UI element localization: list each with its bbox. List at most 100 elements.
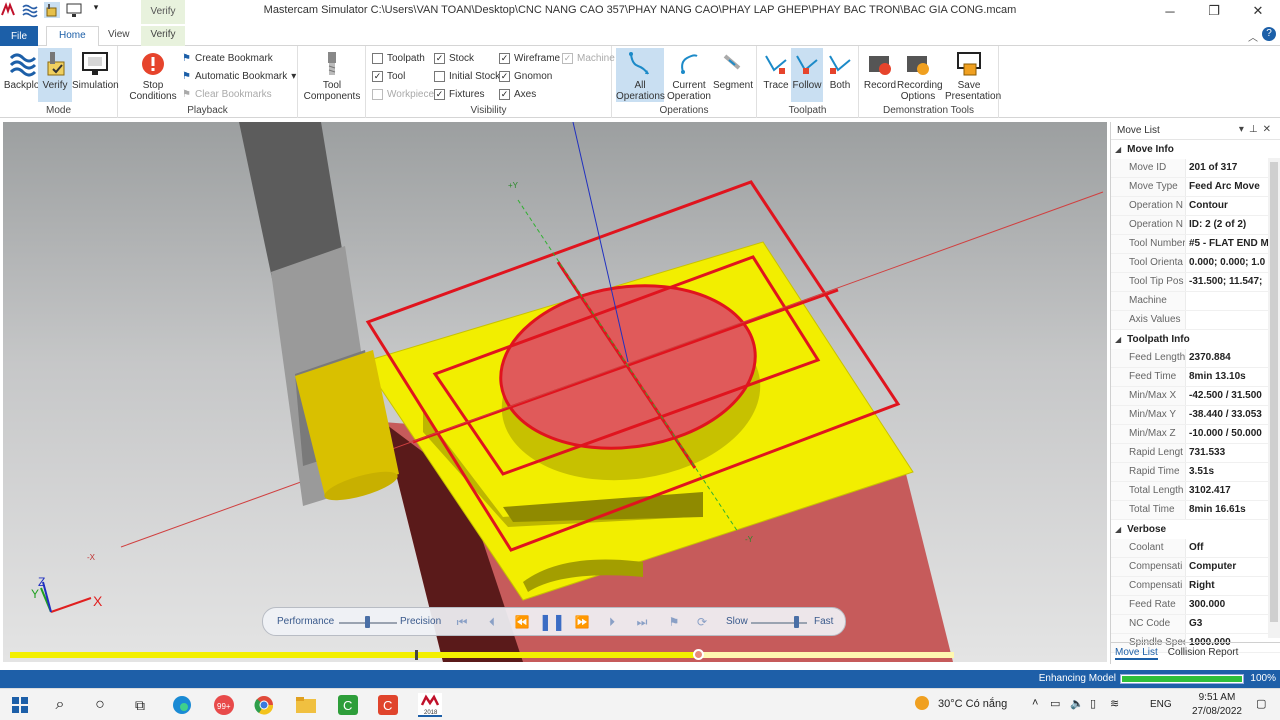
property-row[interactable]: Rapid Lengt 731.533 xyxy=(1111,444,1280,463)
scrollbar-thumb[interactable] xyxy=(1270,162,1278,622)
property-row[interactable]: Move ID 201 of 317 xyxy=(1111,159,1280,178)
tab-view[interactable]: View xyxy=(96,26,142,46)
step-back-icon[interactable]: ⏴ xyxy=(483,614,501,630)
close-icon[interactable]: ✕ xyxy=(1236,0,1280,22)
axes-checkbox[interactable]: ✓ Axes xyxy=(499,86,536,102)
stop-conditions-button[interactable]: Stop Conditions xyxy=(128,48,178,102)
property-row[interactable]: Rapid Time 3.51s xyxy=(1111,463,1280,482)
current-operation-button[interactable]: Current Operation xyxy=(664,48,714,102)
step-forward-icon[interactable]: ⏵ xyxy=(603,614,621,630)
zalo-icon[interactable]: 99+ xyxy=(212,693,236,717)
record-button[interactable]: Record xyxy=(861,48,899,102)
property-row[interactable]: Machine xyxy=(1111,292,1280,311)
minimize-icon[interactable]: ─ xyxy=(1148,0,1192,22)
property-row[interactable]: Operation N ID: 2 (2 of 2) xyxy=(1111,216,1280,235)
tab-home[interactable]: Home xyxy=(46,26,99,47)
gnomon-checkbox[interactable]: ✓ Gnomon xyxy=(499,68,552,84)
collapse-triangle-icon[interactable]: ◢ xyxy=(1115,335,1121,344)
follow-button[interactable]: Follow xyxy=(791,48,823,102)
property-row[interactable]: Min/Max Y -38.440 / 33.053 xyxy=(1111,406,1280,425)
search-icon[interactable]: ⌕ xyxy=(48,693,72,717)
wifi-icon[interactable]: ≋ xyxy=(1110,697,1119,710)
recording-options-button[interactable]: Recording Options xyxy=(897,48,943,102)
network-icon[interactable]: ▭ xyxy=(1050,697,1060,710)
property-row[interactable]: Tool Number #5 - FLAT END M xyxy=(1111,235,1280,254)
help-icon[interactable]: ? xyxy=(1262,27,1276,41)
task-view-icon[interactable]: ⧉ xyxy=(128,693,152,717)
wireframe-checkbox[interactable]: ✓ Wireframe xyxy=(499,50,560,66)
restore-icon[interactable]: ❐ xyxy=(1192,0,1236,22)
pin-icon[interactable]: ⊥ xyxy=(1249,124,1263,135)
move-list-scrollbar[interactable] xyxy=(1268,158,1280,638)
chrome-icon[interactable] xyxy=(252,693,276,717)
tab-move-list[interactable]: Move List xyxy=(1115,647,1158,660)
panel-close-icon[interactable]: ✕ xyxy=(1263,124,1276,135)
language-indicator[interactable]: ENG xyxy=(1150,699,1172,710)
go-to-end-icon[interactable]: ⏭ xyxy=(633,614,651,630)
weather-text[interactable]: 30°C Có nắng xyxy=(938,698,1007,710)
cortana-icon[interactable]: ○ xyxy=(88,693,112,717)
property-row[interactable]: Feed Length 2370.884 xyxy=(1111,349,1280,368)
camtasia-recorder-icon[interactable]: C xyxy=(376,693,400,717)
battery-icon[interactable]: ▯ xyxy=(1090,697,1096,710)
tab-verify[interactable]: Verify xyxy=(141,26,185,46)
volume-icon[interactable]: 🔈 xyxy=(1070,697,1084,710)
all-operations-button[interactable]: All Operations xyxy=(616,48,665,102)
simulation-viewport[interactable]: +Y -X -Y X Y Z xyxy=(3,122,1107,662)
tray-chevron-icon[interactable]: ˄ xyxy=(1032,697,1038,709)
mastercam-taskbar-icon[interactable]: 2018 xyxy=(418,693,442,717)
property-row[interactable]: Feed Time 8min 13.10s xyxy=(1111,368,1280,387)
property-row[interactable]: Tool Tip Pos -31.500; 11.547; xyxy=(1111,273,1280,292)
save-presentation-button[interactable]: Save Presentation xyxy=(945,48,1001,102)
property-row[interactable]: Compensati Right xyxy=(1111,577,1280,596)
quality-slider-thumb[interactable] xyxy=(364,616,370,628)
property-row[interactable]: Axis Values xyxy=(1111,311,1280,330)
tab-collision-report[interactable]: Collision Report xyxy=(1168,647,1239,660)
tool-components-button[interactable]: Tool Components xyxy=(302,48,362,102)
weather-icon[interactable] xyxy=(914,695,930,714)
simulation-progress-bar[interactable] xyxy=(10,649,954,660)
collapse-triangle-icon[interactable]: ◢ xyxy=(1115,525,1121,534)
verify-button[interactable]: Verify xyxy=(38,48,72,102)
property-row[interactable]: Total Time 8min 16.61s xyxy=(1111,501,1280,520)
trace-button[interactable]: Trace xyxy=(759,48,793,102)
windows-start-icon[interactable] xyxy=(8,693,32,717)
bookmark-marker[interactable] xyxy=(415,650,418,660)
property-row[interactable]: Min/Max Z -10.000 / 50.000 xyxy=(1111,425,1280,444)
property-row[interactable]: Coolant Off xyxy=(1111,539,1280,558)
property-row[interactable]: Compensati Computer xyxy=(1111,558,1280,577)
simulation-button[interactable]: Simulation xyxy=(72,48,119,102)
section-header[interactable]: ◢ Verbose xyxy=(1111,520,1280,539)
collapse-triangle-icon[interactable]: ◢ xyxy=(1115,145,1121,154)
tab-file[interactable]: File xyxy=(0,26,38,46)
property-row[interactable]: Move Type Feed Arc Move xyxy=(1111,178,1280,197)
stock-checkbox[interactable]: ✓ Stock xyxy=(434,50,474,66)
toolpath-checkbox[interactable]: Toolpath xyxy=(372,50,425,66)
speed-slider-thumb[interactable] xyxy=(793,616,799,628)
loop-icon[interactable]: ⟳ xyxy=(693,614,711,630)
automatic-bookmark-button[interactable]: ⚑ Automatic Bookmark ▾ xyxy=(182,68,296,84)
both-button[interactable]: Both xyxy=(823,48,857,102)
fixtures-checkbox[interactable]: ✓ Fixtures xyxy=(434,86,485,102)
section-header[interactable]: ◢ Toolpath Info xyxy=(1111,330,1280,349)
camtasia-icon[interactable]: C xyxy=(336,693,360,717)
tool-checkbox[interactable]: ✓ Tool xyxy=(372,68,405,84)
file-explorer-icon[interactable] xyxy=(294,693,318,717)
rewind-icon[interactable]: ⏪ xyxy=(513,614,531,630)
property-row[interactable]: NC Code G3 xyxy=(1111,615,1280,634)
property-row[interactable]: Total Length 3102.417 xyxy=(1111,482,1280,501)
ribbon-collapse-icon[interactable]: ︿ xyxy=(1248,29,1258,44)
notifications-icon[interactable]: ▢ xyxy=(1256,697,1266,710)
segment-button[interactable]: Segment xyxy=(712,48,754,102)
panel-menu-icon[interactable]: ▾ xyxy=(1239,124,1249,135)
property-row[interactable]: Tool Orienta 0.000; 0.000; 1.0 xyxy=(1111,254,1280,273)
edge-icon[interactable] xyxy=(170,693,194,717)
property-row[interactable]: Feed Rate 300.000 xyxy=(1111,596,1280,615)
section-header[interactable]: ◢ Move Info xyxy=(1111,140,1280,159)
property-row[interactable]: Min/Max X -42.500 / 31.500 xyxy=(1111,387,1280,406)
go-to-start-icon[interactable]: ⏮ xyxy=(453,614,471,630)
add-bookmark-icon[interactable]: ⚑ xyxy=(665,614,683,630)
create-bookmark-button[interactable]: ⚑ Create Bookmark xyxy=(182,50,273,66)
initial-stock-checkbox[interactable]: Initial Stock xyxy=(434,68,500,84)
property-row[interactable]: Operation N Contour xyxy=(1111,197,1280,216)
